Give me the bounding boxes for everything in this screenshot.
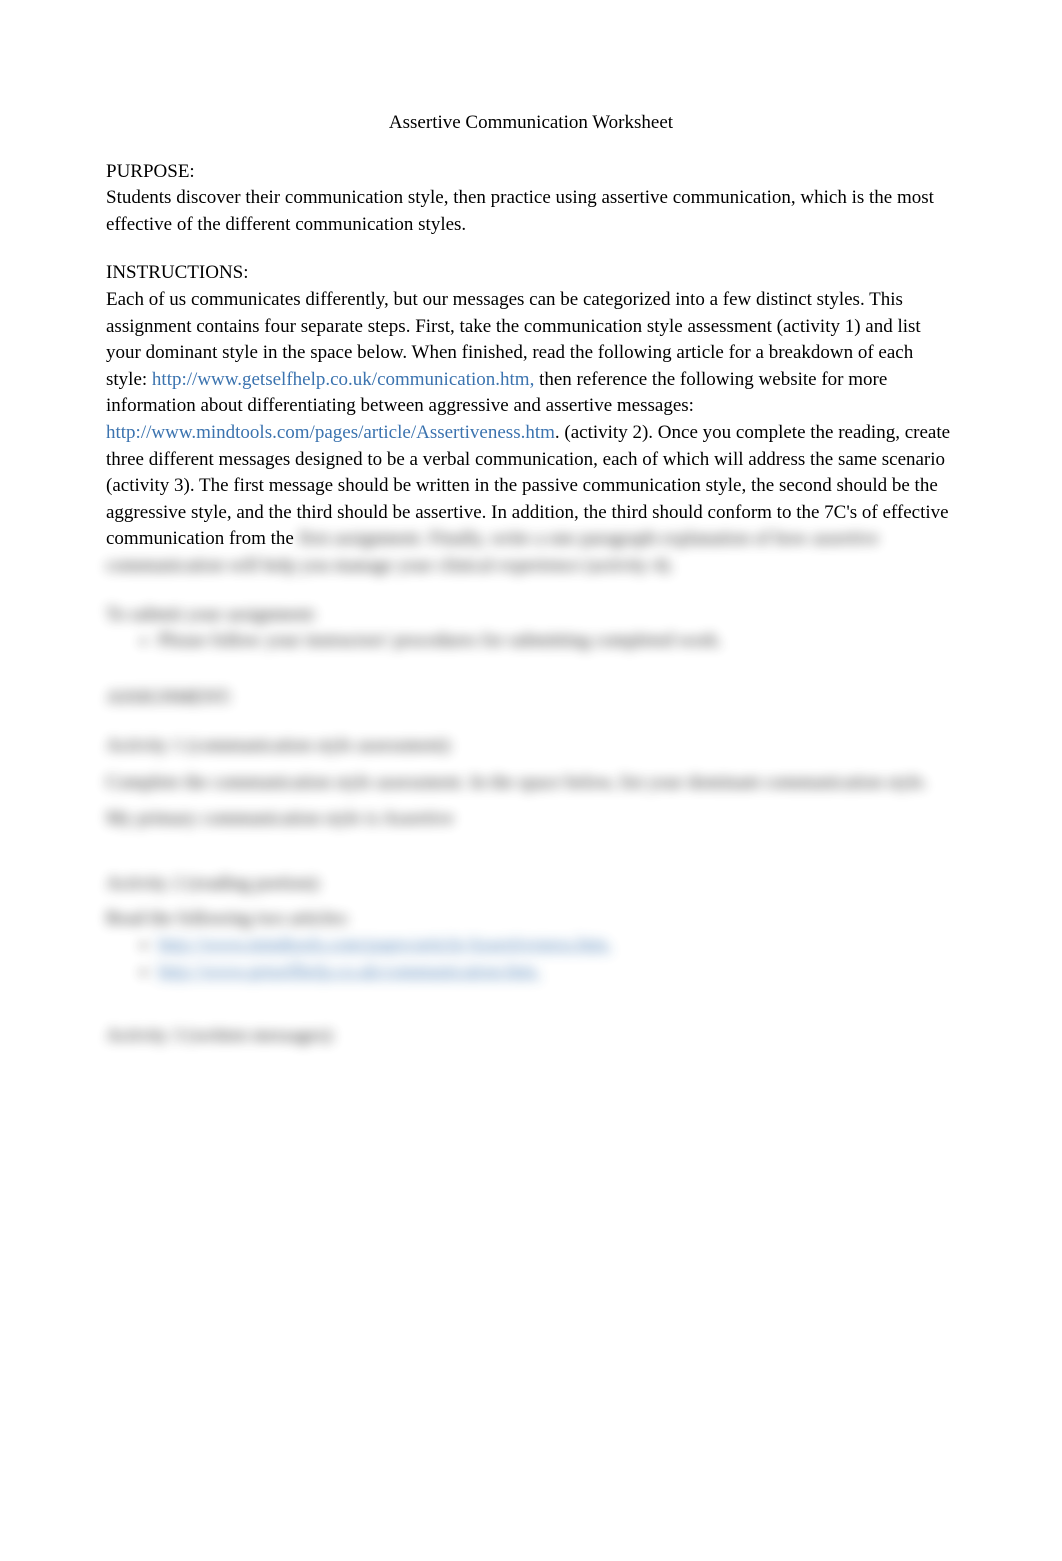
instructions-heading: INSTRUCTIONS: (106, 260, 956, 287)
activity1-body: Complete the communication style assessm… (106, 770, 956, 797)
document-page: Assertive Communication Worksheet PURPOS… (0, 0, 1062, 1150)
getselfhelp-link[interactable]: http://www.getselfhelp.co.uk/communicati… (152, 369, 534, 390)
submit-heading: To submit your assignment: (106, 602, 956, 629)
activity1-answer: My primary communication style is Assert… (106, 806, 956, 833)
submit-list: Please follow your instructors' procedur… (106, 628, 956, 655)
instructions-body: Each of us communicates differently, but… (106, 287, 956, 580)
activity2-mindtools-link[interactable]: http://www.mindtools.com/pages/article/A… (158, 934, 612, 955)
purpose-body: Students discover their communication st… (106, 185, 956, 238)
activity2-links: http://www.mindtools.com/pages/article/A… (106, 932, 956, 985)
mindtools-link[interactable]: http://www.mindtools.com/pages/article/A… (106, 422, 555, 443)
activity3-heading: Activity 3 (written messages): (106, 1023, 956, 1050)
activity2-link-item-1: http://www.mindtools.com/pages/article/A… (158, 932, 956, 959)
purpose-heading: PURPOSE: (106, 159, 956, 186)
activity2-heading: Activity 2 (reading portion): (106, 871, 956, 898)
submit-bullet: Please follow your instructors' procedur… (158, 628, 956, 655)
assignment-heading: ASSIGNMENT: (106, 685, 956, 712)
activity2-getselfhelp-link[interactable]: http://www.getselfhelp.co.uk/communicati… (158, 961, 540, 982)
activity2-link-item-2: http://www.getselfhelp.co.uk/communicati… (158, 959, 956, 986)
activity1-heading: Activity 1 (communication style assessme… (106, 733, 956, 760)
activity2-body: Read the following two articles: (106, 906, 956, 933)
page-title: Assertive Communication Worksheet (106, 110, 956, 137)
blurred-region: To submit your assignment: Please follow… (106, 602, 956, 1051)
